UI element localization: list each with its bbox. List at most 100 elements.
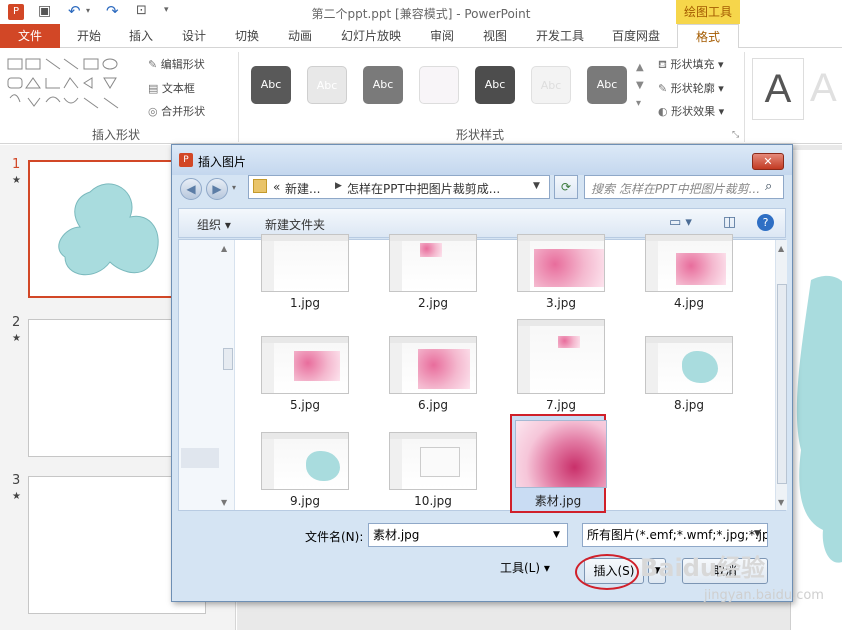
file-thumbnail [645, 234, 733, 292]
insert-picture-dialog: P 插入图片 ✕ ◀ ▶ ▾ « 新建... ▶ 怎样在PPT中把图片裁剪成..… [171, 144, 793, 602]
breadcrumb-item[interactable]: 新建... [285, 180, 320, 197]
tab-view[interactable]: 视图 [476, 24, 514, 48]
file-item[interactable]: 2.jpg [387, 234, 479, 310]
slide-canvas[interactable] [790, 150, 842, 630]
shape-style-2[interactable]: Abc [307, 66, 347, 104]
tab-file[interactable]: 文件 [0, 24, 60, 48]
address-bar[interactable]: « 新建... ▶ 怎样在PPT中把图片裁剪成... ▼ [248, 175, 550, 199]
close-button[interactable]: ✕ [752, 153, 784, 170]
merge-shapes-button[interactable]: ◎ 合并形状 [148, 103, 205, 119]
tab-transitions[interactable]: 切换 [228, 24, 266, 48]
file-thumbnail [645, 336, 733, 394]
search-box[interactable]: 搜索 怎样在PPT中把图片裁剪... ⌕ [584, 175, 784, 199]
style-gallery-more-icon[interactable]: ▾ [636, 98, 641, 109]
file-item-selected[interactable]: 素材.jpg [510, 414, 607, 513]
file-item[interactable]: 6.jpg [387, 336, 479, 412]
group-separator [238, 52, 239, 142]
scroll-down-icon[interactable]: ▼ [778, 498, 784, 507]
nav-pane-item[interactable] [181, 448, 219, 468]
file-thumbnail [517, 319, 605, 394]
scrollbar-thumb[interactable] [777, 284, 787, 484]
chevron-down-icon[interactable]: ▼ [553, 524, 560, 546]
file-type-select[interactable]: 所有图片(*.emf;*.wmf;*.jpg;*.jp [582, 523, 768, 547]
file-item[interactable]: 1.jpg [259, 234, 351, 310]
organize-button[interactable]: 组织 ▾ [197, 216, 231, 233]
file-item[interactable]: 8.jpg [643, 336, 735, 412]
chevron-down-icon[interactable]: ▼ [533, 181, 540, 191]
file-item[interactable]: 7.jpg [515, 319, 607, 412]
tools-menu[interactable]: 工具(L) ▾ [500, 559, 550, 576]
wordart-style-2[interactable]: A [810, 58, 842, 120]
animation-star-icon: ★ [12, 333, 21, 344]
filename-input[interactable]: 素材.jpg ▼ [368, 523, 568, 547]
refresh-button[interactable]: ⟳ [554, 175, 578, 199]
shape-style-4[interactable] [419, 66, 459, 104]
tab-insert[interactable]: 插入 [122, 24, 160, 48]
file-item[interactable]: 10.jpg [387, 432, 479, 508]
style-gallery-up-icon[interactable]: ▲ [636, 62, 644, 73]
file-item[interactable]: 5.jpg [259, 336, 351, 412]
tab-format[interactable]: 格式 [677, 24, 739, 48]
scroll-up-icon[interactable]: ▲ [778, 244, 784, 253]
close-icon: ✕ [763, 155, 773, 168]
shape-style-5[interactable]: Abc [475, 66, 515, 104]
wordart-style-1[interactable]: A [752, 58, 804, 120]
tab-slideshow[interactable]: 幻灯片放映 [337, 24, 405, 48]
folder-icon [253, 179, 267, 193]
new-folder-button[interactable]: 新建文件夹 [265, 216, 325, 233]
dialog-launcher-icon[interactable]: ⤡ [732, 130, 739, 140]
file-thumbnail [261, 336, 349, 394]
shape-style-3[interactable]: Abc [363, 66, 403, 104]
tab-home[interactable]: 开始 [70, 24, 108, 48]
forward-button[interactable]: ▶ [206, 178, 228, 200]
filename-label: 文件名(N): [305, 530, 364, 544]
effects-icon: ◐ [658, 105, 672, 118]
shape-style-6[interactable]: Abc [531, 66, 571, 104]
nav-scroll-up-icon[interactable]: ▲ [221, 244, 227, 253]
help-icon[interactable]: ? [757, 214, 774, 231]
back-button[interactable]: ◀ [180, 178, 202, 200]
tab-design[interactable]: 设计 [175, 24, 213, 48]
tab-animations[interactable]: 动画 [281, 24, 319, 48]
tab-baidu-netdisk[interactable]: 百度网盘 [605, 24, 667, 48]
drawing-tools-context-tab: 绘图工具 [676, 0, 740, 24]
dialog-title-bar: P 插入图片 ✕ [172, 145, 792, 175]
view-options-icon[interactable]: ▭ ▾ [669, 215, 692, 230]
shape-outline-button[interactable]: ✎ 形状轮廓 ▾ [658, 80, 724, 96]
file-item[interactable]: 4.jpg [643, 234, 735, 310]
slide-number: 1 [12, 157, 21, 172]
tab-review[interactable]: 审阅 [423, 24, 461, 48]
shape-style-1[interactable]: Abc [251, 66, 291, 104]
search-icon[interactable]: ⌕ [765, 179, 772, 194]
animation-star-icon: ★ [12, 491, 21, 502]
file-item[interactable]: 9.jpg [259, 432, 351, 508]
recent-locations-icon[interactable]: ▾ [232, 183, 236, 192]
breadcrumb-prefix: « [273, 180, 281, 194]
file-thumbnail [261, 234, 349, 292]
shape-styles-group-label: 形状样式 [456, 128, 505, 142]
file-list-scrollbar[interactable]: ▲ ▼ [775, 240, 787, 510]
shape-fill-button[interactable]: ⛾ 形状填充 ▾ [658, 56, 724, 73]
dialog-title: 插入图片 [198, 155, 247, 169]
file-thumbnail [261, 432, 349, 490]
edit-shape-button[interactable]: ✎ 编辑形状 [148, 56, 205, 72]
breadcrumb-item[interactable]: 怎样在PPT中把图片裁剪成... [347, 180, 500, 197]
file-item[interactable]: 3.jpg [515, 234, 607, 310]
paint-bucket-icon: ⛾ [658, 58, 671, 71]
search-input[interactable]: 搜索 怎样在PPT中把图片裁剪... [591, 180, 760, 197]
nav-scrollbar-thumb[interactable] [223, 348, 233, 370]
tab-developer[interactable]: 开发工具 [531, 24, 589, 48]
teal-shape-on-slide [796, 275, 842, 563]
shape-gallery[interactable] [6, 56, 138, 116]
nav-scroll-down-icon[interactable]: ▼ [221, 498, 227, 507]
shape-style-7[interactable]: Abc [587, 66, 627, 104]
file-thumbnail [389, 432, 477, 490]
style-gallery-down-icon[interactable]: ▼ [636, 80, 644, 91]
merge-shapes-icon: ◎ [148, 105, 162, 118]
insert-shapes-group-label: 插入形状 [92, 128, 141, 142]
shape-effects-button[interactable]: ◐ 形状效果 ▾ [658, 103, 724, 119]
text-box-button[interactable]: ▤ 文本框 [148, 80, 195, 96]
file-type-dropdown-icon[interactable]: ▼ [754, 529, 761, 539]
preview-pane-icon[interactable]: ◫ [723, 214, 736, 230]
pen-icon: ✎ [658, 82, 671, 95]
